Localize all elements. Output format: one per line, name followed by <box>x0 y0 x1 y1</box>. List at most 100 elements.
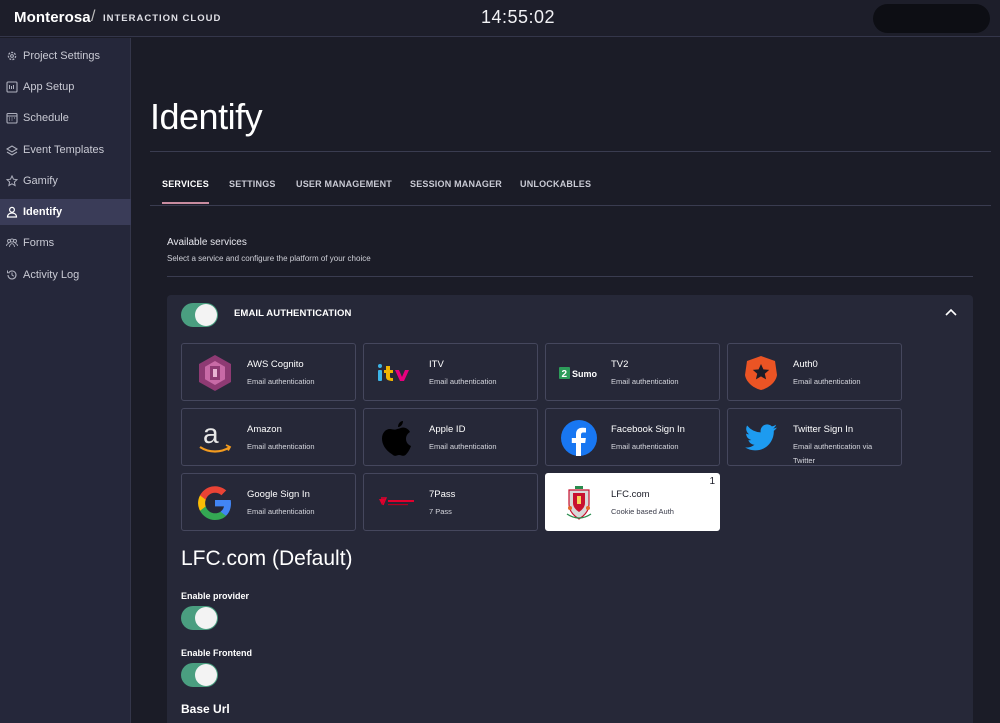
page-title: Identify <box>150 96 263 137</box>
sidebar-item-identify[interactable]: Identify <box>0 199 131 225</box>
service-description: Email authentication <box>247 507 315 516</box>
service-name: Amazon <box>247 424 282 435</box>
tab-bar: SERVICES SETTINGS USER MANAGEMENT SESSIO… <box>150 179 991 206</box>
tab-unlockables[interactable]: UNLOCKABLES <box>520 179 591 202</box>
enable-provider-toggle[interactable] <box>181 606 218 630</box>
service-description: Cookie based Auth <box>611 507 674 516</box>
service-description: Email authentication via Twitter <box>793 442 873 465</box>
base-url-label: Base Url <box>181 702 230 716</box>
sidebar-item-label: Project Settings <box>23 50 101 62</box>
auth0-logo <box>740 354 782 392</box>
chevron-up-icon[interactable] <box>944 307 958 319</box>
email-authentication-panel: EMAIL AUTHENTICATION AWS Cognito Email a… <box>167 295 973 723</box>
sidebar-item-label: Forms <box>23 237 55 249</box>
tv2-sumo-logo: 2 Sumo <box>558 354 600 392</box>
service-card-twitter[interactable]: Twitter Sign In Email authentication via… <box>727 408 902 466</box>
service-name: AWS Cognito <box>247 359 304 370</box>
lfc-crest-logo <box>558 484 600 522</box>
sidebar-item-activity-log[interactable]: Activity Log <box>0 262 131 288</box>
service-name: TV2 <box>611 359 629 370</box>
aws-cognito-logo <box>194 354 236 392</box>
selection-count-badge: 1 <box>709 476 715 487</box>
service-card-apple-id[interactable]: Apple ID Email authentication <box>363 408 538 466</box>
app-icon <box>5 81 18 94</box>
top-bar: Monterosa / INTERACTION CLOUD 14:55:02 <box>0 0 1000 37</box>
sidebar-item-event-templates[interactable]: Event Templates <box>0 137 131 163</box>
svg-text:Sumo: Sumo <box>572 369 598 379</box>
provider-title: LFC.com (Default) <box>181 547 353 570</box>
enable-frontend-label: Enable Frontend <box>181 648 253 658</box>
sidebar-item-label: Activity Log <box>23 269 80 281</box>
amazon-logo: a <box>194 419 236 457</box>
apple-logo <box>376 419 418 457</box>
service-card-7pass[interactable]: 7Pass 7 Pass <box>363 473 538 531</box>
sidebar: Project Settings App Setup Schedule Even… <box>0 38 131 723</box>
service-card-lfc[interactable]: LFC.com Cookie based Auth 1 <box>545 473 720 531</box>
layers-icon <box>5 144 18 157</box>
user-menu[interactable] <box>873 4 990 33</box>
enable-frontend-toggle[interactable] <box>181 663 218 687</box>
service-card-google[interactable]: Google Sign In Email authentication <box>181 473 356 531</box>
sidebar-item-forms[interactable]: Forms <box>0 230 131 256</box>
service-name: Apple ID <box>429 424 466 435</box>
7pass-logo <box>376 484 418 522</box>
service-card-auth0[interactable]: Auth0 Email authentication <box>727 343 902 401</box>
svg-text:a: a <box>203 419 219 449</box>
brand-separator: / <box>91 8 96 25</box>
star-icon <box>5 175 18 188</box>
sidebar-item-label: App Setup <box>23 81 75 93</box>
service-description: Email authentication <box>793 377 861 386</box>
product-name: INTERACTION CLOUD <box>103 13 222 24</box>
twitter-logo <box>740 419 782 457</box>
panel-title: EMAIL AUTHENTICATION <box>234 308 352 319</box>
service-name: LFC.com <box>611 489 650 500</box>
sidebar-item-label: Gamify <box>23 175 58 187</box>
service-card-aws-cognito[interactable]: AWS Cognito Email authentication <box>181 343 356 401</box>
user-icon <box>5 206 18 219</box>
svg-text:2: 2 <box>562 369 568 380</box>
google-logo <box>194 484 236 522</box>
tab-services[interactable]: SERVICES <box>162 179 209 204</box>
service-description: Email authentication <box>247 442 315 451</box>
divider <box>150 151 991 152</box>
divider <box>167 276 973 277</box>
clock: 14:55:02 <box>480 7 556 27</box>
service-description: Email authentication <box>247 377 315 386</box>
itv-logo <box>376 354 418 392</box>
sidebar-item-label: Schedule <box>23 112 69 124</box>
service-description: Email authentication <box>429 442 497 451</box>
service-description: 7 Pass <box>429 507 452 516</box>
main-content: Identify SERVICES SETTINGS USER MANAGEME… <box>132 38 1000 723</box>
enable-provider-label: Enable provider <box>181 591 250 601</box>
calendar-icon <box>5 112 18 125</box>
service-name: 7Pass <box>429 489 456 500</box>
service-name: Facebook Sign In <box>611 424 685 435</box>
service-card-facebook[interactable]: Facebook Sign In Email authentication <box>545 408 720 466</box>
people-icon <box>5 237 18 250</box>
sidebar-item-label: Event Templates <box>23 144 105 156</box>
service-name: Auth0 <box>793 359 818 370</box>
service-description: Email authentication <box>611 442 679 451</box>
service-card-amazon[interactable]: a Amazon Email authentication <box>181 408 356 466</box>
sidebar-item-app-setup[interactable]: App Setup <box>0 74 131 100</box>
tab-user-management[interactable]: USER MANAGEMENT <box>296 179 392 202</box>
history-icon <box>5 269 18 282</box>
tab-session-manager[interactable]: SESSION MANAGER <box>410 179 502 202</box>
sidebar-item-schedule[interactable]: Schedule <box>0 105 131 131</box>
email-authentication-toggle[interactable] <box>181 303 218 327</box>
brand-logo[interactable]: Monterosa <box>14 9 91 26</box>
service-description: Email authentication <box>429 377 497 386</box>
sidebar-item-gamify[interactable]: Gamify <box>0 168 131 194</box>
service-name: Google Sign In <box>247 489 310 500</box>
gear-icon <box>5 50 18 63</box>
section-subtitle: Select a service and configure the platf… <box>167 254 371 263</box>
tab-settings[interactable]: SETTINGS <box>229 179 276 202</box>
section-title: Available services <box>167 237 247 248</box>
service-description: Email authentication <box>611 377 679 386</box>
service-card-itv[interactable]: ITV Email authentication <box>363 343 538 401</box>
service-name: Twitter Sign In <box>793 424 854 435</box>
facebook-logo <box>558 419 600 457</box>
sidebar-item-label: Identify <box>23 206 63 218</box>
sidebar-item-project-settings[interactable]: Project Settings <box>0 43 131 69</box>
service-card-tv2[interactable]: 2 Sumo TV2 Email authentication <box>545 343 720 401</box>
